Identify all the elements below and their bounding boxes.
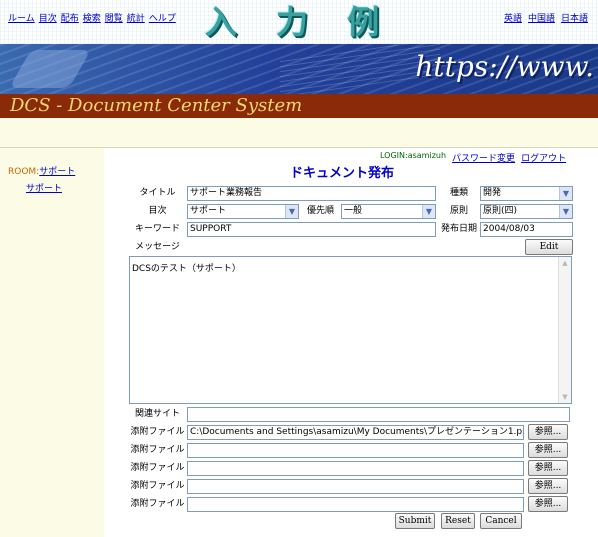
banner-url-text: https://www.	[415, 50, 594, 83]
cancel-button[interactable]: Cancel	[480, 513, 522, 529]
browse-button[interactable]: 参照...	[528, 478, 568, 494]
attachment-label: 添附ファイル	[130, 427, 185, 437]
submit-button[interactable]: Submit	[395, 513, 435, 529]
scroll-up-icon[interactable]: ▲	[559, 257, 571, 269]
chevron-down-icon: ▼	[559, 205, 572, 218]
type-select-value: 開発	[483, 188, 502, 198]
type-select[interactable]: 開発 ▼	[480, 186, 573, 201]
menu-room[interactable]: ルーム	[8, 11, 35, 24]
message-text: DCSのテスト（サポート）	[132, 264, 241, 274]
priority-select-value: 一般	[344, 206, 363, 216]
edit-button[interactable]: Edit	[525, 239, 573, 255]
attachment-label: 添附ファイル	[130, 463, 185, 473]
language-menu: 英語 中国語 日本語	[504, 11, 588, 24]
browse-button[interactable]: 参照...	[528, 424, 568, 440]
change-password-link[interactable]: パスワード変更	[452, 151, 515, 164]
sidebar-item-support[interactable]: サポート	[26, 181, 62, 194]
toc-select[interactable]: サポート ▼	[187, 204, 299, 219]
message-textarea[interactable]: DCSのテスト（サポート） ▲ ▼	[129, 256, 572, 404]
menu-distribute[interactable]: 配布	[61, 11, 79, 24]
attachment-input[interactable]	[187, 461, 524, 476]
priority-label: 優先順	[306, 206, 334, 216]
chevron-down-icon: ▼	[422, 205, 435, 218]
form-title: ドキュメント発布	[290, 166, 395, 181]
browse-button[interactable]: 参照...	[528, 460, 568, 476]
language-english-link[interactable]: 英語	[504, 11, 522, 24]
principle-select[interactable]: 原則(四) ▼	[480, 204, 573, 219]
keyword-input[interactable]: SUPPORT	[187, 222, 436, 237]
language-chinese-link[interactable]: 中国語	[528, 11, 555, 24]
reset-button[interactable]: Reset	[441, 513, 475, 529]
title-label: タイトル	[139, 188, 176, 198]
menu-statistics[interactable]: 統計	[127, 11, 145, 24]
priority-select[interactable]: 一般 ▼	[341, 204, 436, 219]
principle-label: 原則	[449, 206, 468, 216]
principle-select-value: 原則(四)	[483, 206, 518, 216]
menu-browse[interactable]: 閲覧	[105, 11, 123, 24]
main-menu: ルーム 目次 配布 検索 閲覧 統計 ヘルプ	[8, 11, 176, 24]
toc-select-value: サポート	[190, 206, 227, 216]
attachment-label: 添附ファイル	[130, 499, 185, 509]
attachment-input[interactable]	[187, 497, 524, 512]
chevron-down-icon: ▼	[285, 205, 298, 218]
sidebar	[0, 148, 104, 537]
related-site-label: 関連サイト	[134, 409, 180, 419]
date-input[interactable]: 2004/08/03	[480, 222, 573, 237]
menu-bar	[0, 118, 598, 148]
date-label: 発布日期	[440, 224, 477, 234]
attachment-input[interactable]	[187, 443, 524, 458]
system-title-bar: DCS - Document Center System	[0, 94, 598, 118]
browse-button[interactable]: 参照...	[528, 442, 568, 458]
attachment-label: 添附ファイル	[130, 445, 185, 455]
attachment-input[interactable]	[187, 479, 524, 494]
message-scrollbar[interactable]: ▲ ▼	[558, 257, 571, 403]
page-heading: 入 力 例	[204, 3, 394, 41]
message-label: メッセージ	[135, 242, 180, 252]
related-site-input[interactable]	[187, 407, 570, 422]
sidebar-room: ROOM:サポート	[8, 164, 75, 177]
banner: https://www.	[0, 44, 598, 94]
attachment-label: 添附ファイル	[130, 481, 185, 491]
menu-help[interactable]: ヘルプ	[149, 11, 176, 24]
browse-button[interactable]: 参照...	[528, 496, 568, 512]
title-input[interactable]: サポート業務報告	[187, 186, 436, 201]
login-bar: LOGIN:asamizuh パスワード変更 ログアウト	[380, 151, 566, 164]
menu-search[interactable]: 検索	[83, 11, 101, 24]
toc-label: 目次	[148, 206, 167, 216]
scroll-down-icon[interactable]: ▼	[559, 391, 571, 403]
language-japanese-link[interactable]: 日本語	[561, 11, 588, 24]
type-label: 種類	[449, 188, 468, 198]
attachment-input[interactable]: C:\Documents and Settings\asamizu\My Doc…	[187, 425, 524, 440]
room-label: ROOM:	[8, 167, 40, 177]
menu-toc[interactable]: 目次	[39, 11, 57, 24]
keyword-label: キーワード	[134, 224, 180, 234]
chevron-down-icon: ▼	[559, 187, 572, 200]
system-title: DCS - Document Center System	[10, 95, 303, 116]
room-link[interactable]: サポート	[39, 167, 75, 177]
logout-link[interactable]: ログアウト	[521, 151, 566, 164]
